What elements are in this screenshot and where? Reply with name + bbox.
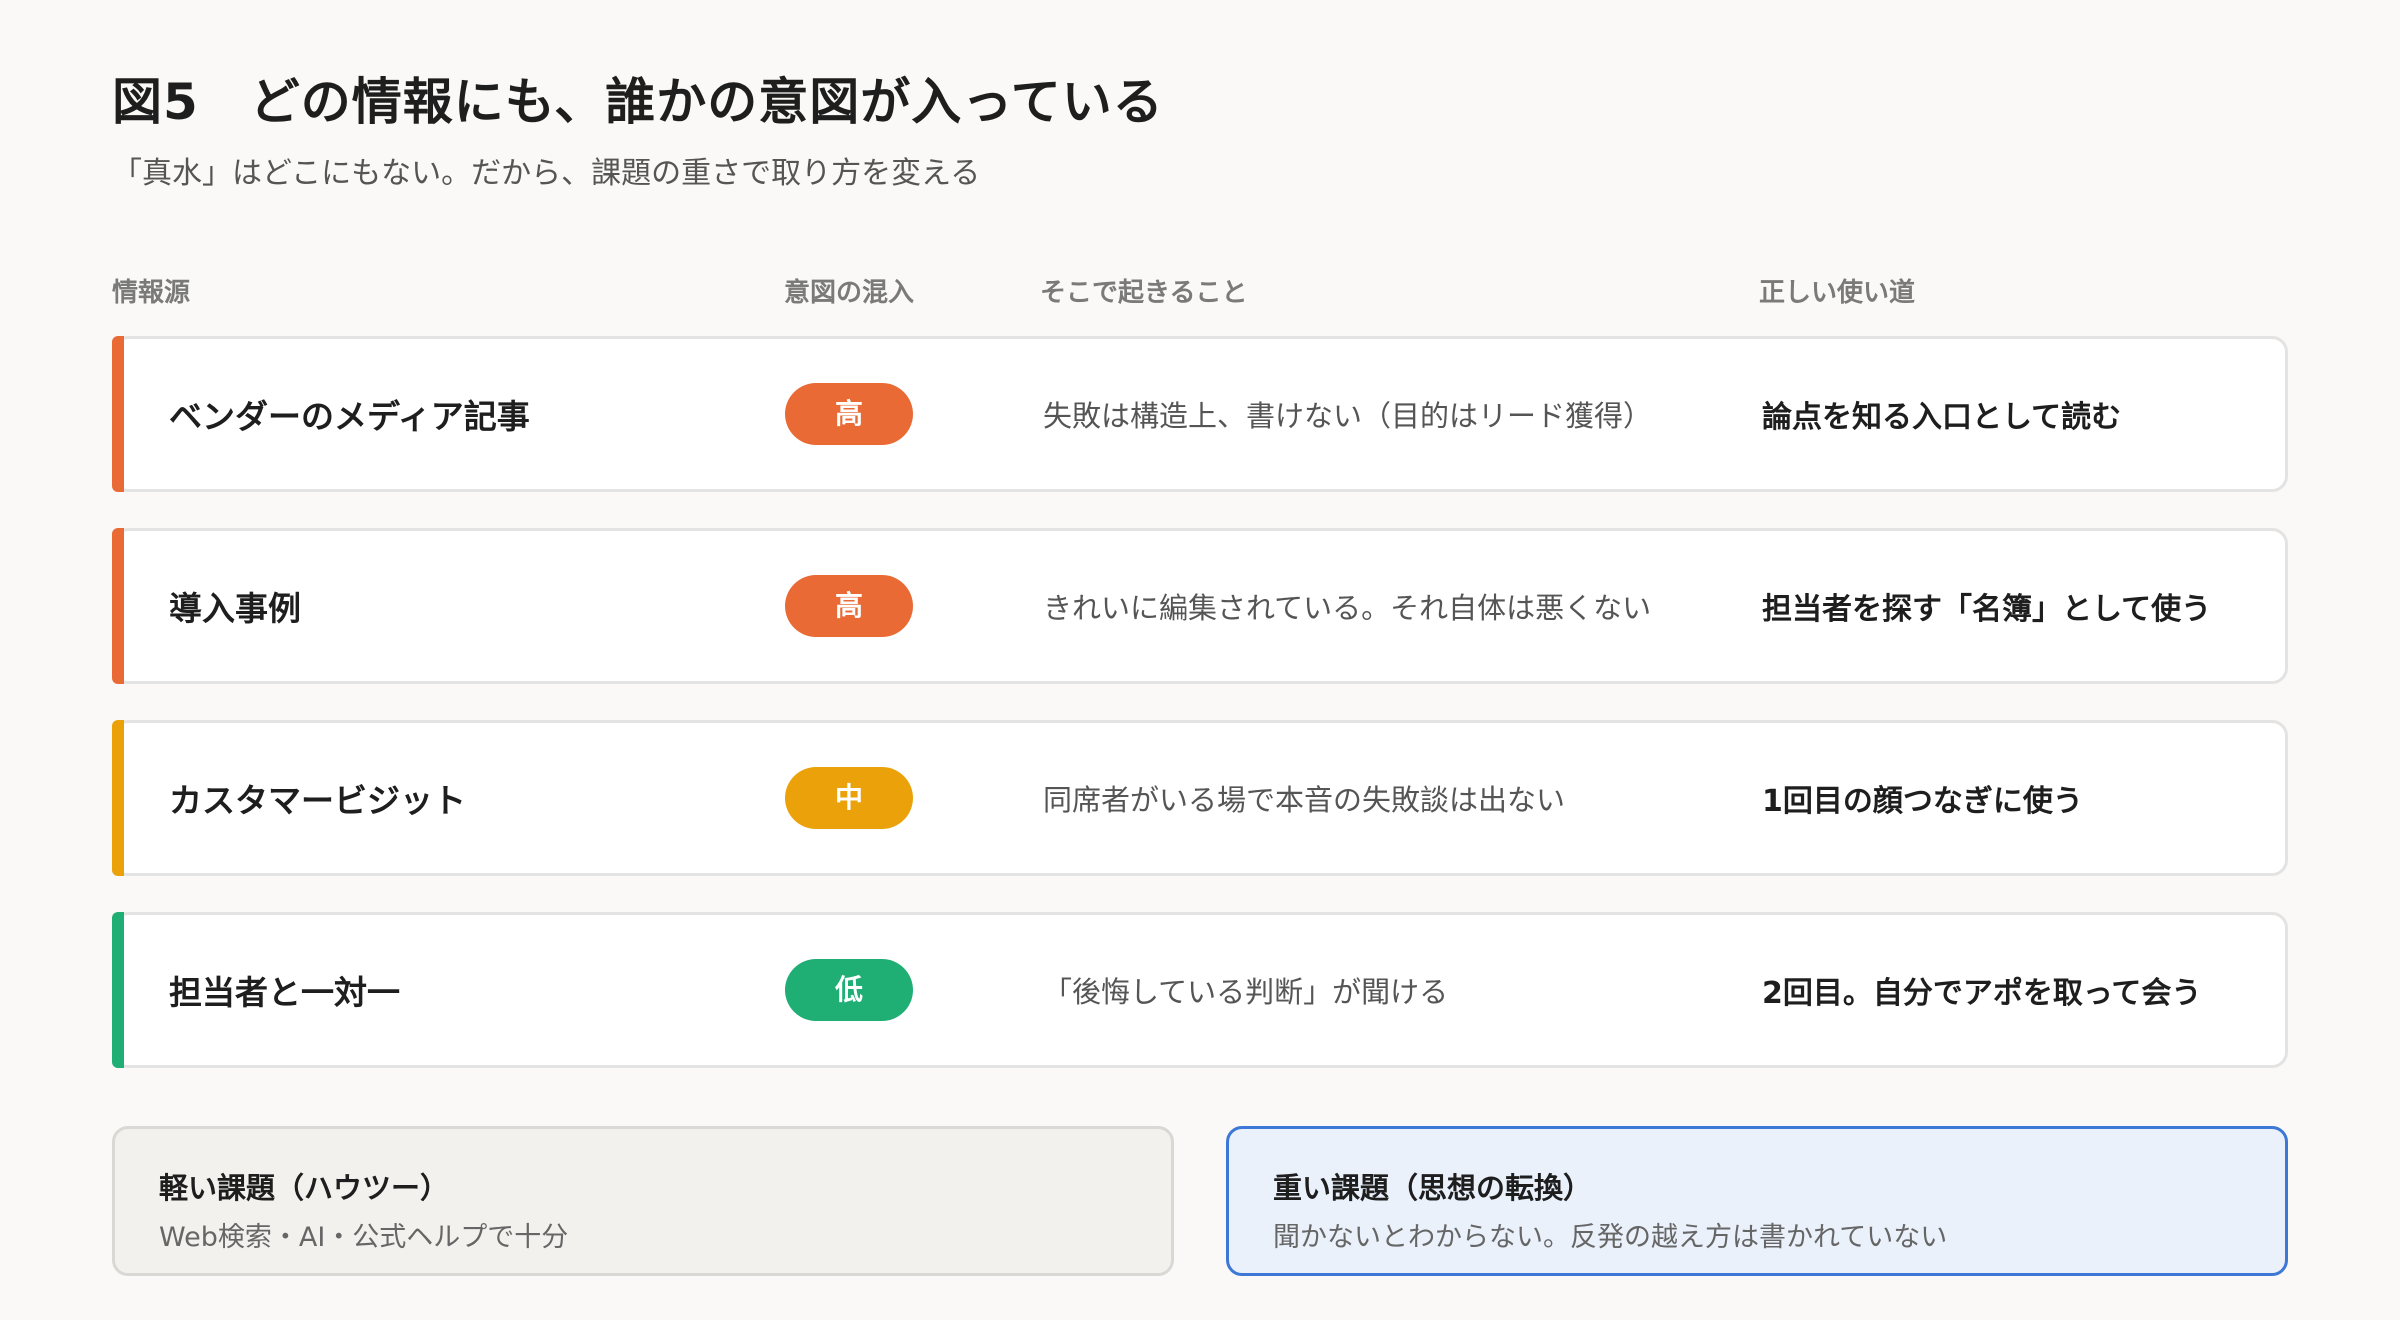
column-header-effect: そこで起きること	[1040, 278, 1248, 308]
heavy-task-desc: 聞かないとわからない。反発の越え方は書かれていない	[1273, 1222, 1948, 1253]
heavy-task-title: 重い課題（思想の転換）	[1273, 1171, 1593, 1205]
table-row: ベンダーのメディア記事 高 失敗は構造上、書けない（目的はリード獲得） 論点を知…	[112, 336, 2288, 492]
source-label: ベンダーのメディア記事	[169, 397, 530, 436]
usage-text: 2回目。自分でアポを取って会う	[1762, 976, 2202, 1011]
page-subtitle: 「真水」はどこにもない。だから、課題の重さで取り方を変える	[112, 156, 981, 191]
table-row: 導入事例 高 きれいに編集されている。それ自体は悪くない 担当者を探す「名簿」と…	[112, 528, 2288, 684]
light-task-title: 軽い課題（ハウツー）	[159, 1171, 450, 1205]
source-label: 担当者と一対一	[169, 973, 400, 1012]
effect-text: 同席者がいる場で本音の失敗談は出ない	[1043, 783, 1566, 817]
table-row: カスタマービジット 中 同席者がいる場で本音の失敗談は出ない 1回目の顔つなぎに…	[112, 720, 2288, 876]
intent-badge: 中	[785, 767, 913, 829]
row-accent-bar	[112, 912, 124, 1068]
heavy-task-card: 重い課題（思想の転換） 聞かないとわからない。反発の越え方は書かれていない	[1226, 1126, 2288, 1276]
column-header-source: 情報源	[112, 278, 191, 308]
intent-badge: 低	[785, 959, 913, 1021]
effect-text: 失敗は構造上、書けない（目的はリード獲得）	[1043, 399, 1653, 433]
usage-text: 論点を知る入口として読む	[1762, 400, 2122, 435]
row-accent-bar	[112, 528, 124, 684]
source-label: カスタマービジット	[169, 781, 466, 820]
page-title: 図5 どの情報にも、誰かの意図が入っている	[112, 73, 1164, 131]
row-accent-bar	[112, 720, 124, 876]
source-label: 導入事例	[169, 589, 301, 628]
intent-badge: 高	[785, 383, 913, 445]
intent-badge: 高	[785, 575, 913, 637]
table-row: 担当者と一対一 低 「後悔している判断」が聞ける 2回目。自分でアポを取って会う	[112, 912, 2288, 1068]
usage-text: 担当者を探す「名簿」として使う	[1762, 592, 2212, 627]
usage-text: 1回目の顔つなぎに使う	[1762, 784, 2083, 819]
effect-text: 「後悔している判断」が聞ける	[1043, 975, 1449, 1009]
light-task-desc: Web検索・AI・公式ヘルプで十分	[159, 1222, 569, 1253]
effect-text: きれいに編集されている。それ自体は悪くない	[1043, 591, 1652, 625]
column-header-usage: 正しい使い道	[1759, 278, 1916, 308]
light-task-card: 軽い課題（ハウツー） Web検索・AI・公式ヘルプで十分	[112, 1126, 1174, 1276]
column-header-intent: 意図の混入	[784, 278, 915, 308]
row-accent-bar	[112, 336, 124, 492]
